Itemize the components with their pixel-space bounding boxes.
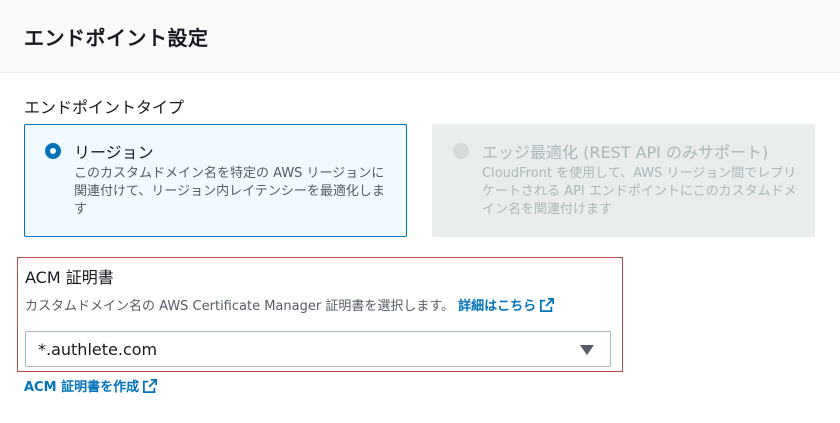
endpoint-option-title: エッジ最適化 (REST API のみサポート): [482, 143, 769, 162]
create-acm-certificate-label: ACM 証明書を作成: [24, 380, 140, 395]
acm-certificate-description: カスタムドメイン名の AWS Certificate Manager 証明書を選…: [25, 295, 555, 314]
endpoint-option-title: リージョン: [74, 143, 154, 162]
acm-certificate-value: *.authlete.com: [38, 340, 158, 359]
acm-certificate-select[interactable]: *.authlete.com: [25, 331, 611, 367]
radio-selected-icon[interactable]: [45, 143, 61, 159]
page-header: エンドポイント設定: [0, 0, 840, 73]
external-link-icon: [540, 298, 555, 312]
radio-disabled-icon: [453, 143, 469, 159]
acm-certificate-field: ACM 証明書 カスタムドメイン名の AWS Certificate Manag…: [17, 257, 623, 372]
acm-description-text: カスタムドメイン名の AWS Certificate Manager 証明書を選…: [25, 299, 455, 314]
acm-certificate-label: ACM 証明書: [25, 268, 114, 287]
endpoint-option-edge: エッジ最適化 (REST API のみサポート) CloudFront を使用し…: [432, 124, 815, 237]
learn-more-link[interactable]: 詳細はこちら: [458, 298, 555, 314]
endpoint-option-description: CloudFront を使用して、AWS リージョン間でレプリケートされる AP…: [482, 166, 797, 217]
external-link-icon: [143, 379, 158, 393]
caret-down-icon: [580, 345, 594, 355]
endpoint-type-label: エンドポイントタイプ: [24, 98, 185, 117]
endpoint-option-regional[interactable]: リージョン このカスタムドメイン名を特定の AWS リージョンに関連付けて、リー…: [24, 124, 407, 237]
endpoint-option-description: このカスタムドメイン名を特定の AWS リージョンに関連付けて、リージョン内レイ…: [74, 166, 385, 217]
learn-more-label: 詳細はこちら: [458, 299, 537, 314]
page-title: エンドポイント設定: [24, 26, 209, 50]
create-acm-certificate-link[interactable]: ACM 証明書を作成: [24, 376, 158, 395]
